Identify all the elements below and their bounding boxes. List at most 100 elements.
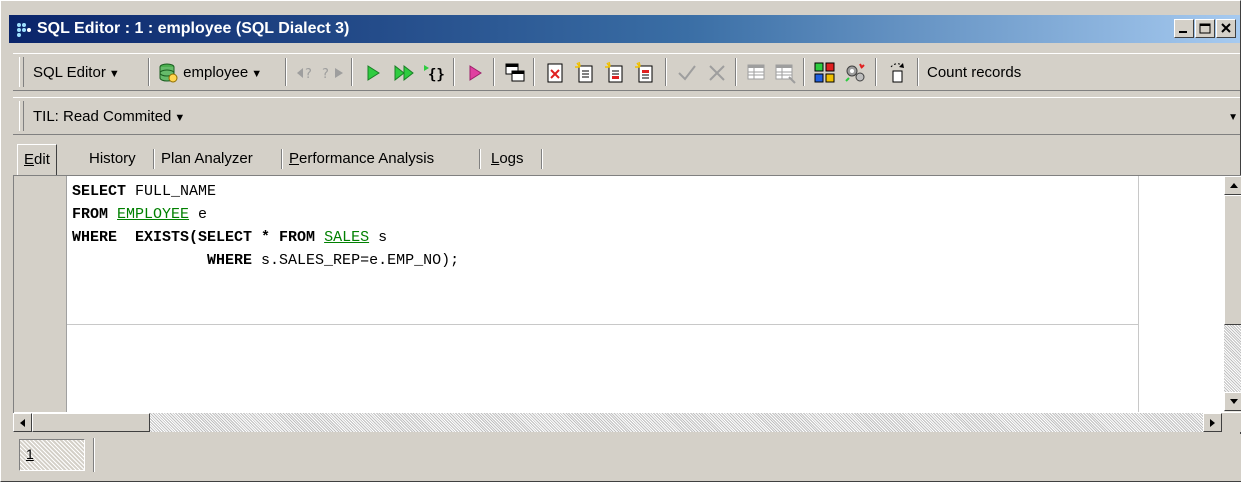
arrow-up-icon	[1230, 183, 1238, 188]
arrow-left-icon	[20, 419, 25, 427]
table-name-link[interactable]: SALES	[324, 229, 369, 246]
status-divider	[93, 438, 95, 472]
execute-icon[interactable]	[361, 61, 385, 85]
toolbar-separator	[453, 58, 455, 86]
svg-text:?: ?	[322, 67, 329, 82]
toolbar-grip[interactable]	[19, 101, 24, 131]
grid-edit-icon[interactable]	[773, 61, 797, 85]
tab-logs-label: ogs	[499, 150, 524, 167]
toolbar-separator	[148, 58, 150, 86]
execute-all-icon[interactable]	[393, 61, 417, 85]
svg-text:?: ?	[305, 67, 312, 82]
window-title: SQL Editor : 1 : employee (SQL Dialect 3…	[37, 20, 350, 37]
tab-performance-accel: P	[289, 150, 300, 167]
toolbar-separator	[875, 58, 877, 86]
toolbar-separator	[533, 58, 535, 86]
code-token: s	[369, 229, 388, 246]
maximize-button[interactable]	[1195, 19, 1215, 38]
table-name-link[interactable]: EMPLOYEE	[117, 206, 189, 223]
tab-separator	[479, 149, 481, 169]
tab-separator	[541, 149, 543, 169]
sql-editor-dropdown[interactable]: SQL Editor ▼	[33, 60, 120, 86]
run-script-icon[interactable]	[463, 61, 487, 85]
right-margin-line	[1138, 176, 1139, 412]
status-pane-line[interactable]: 1	[19, 439, 85, 471]
tab-plan-analyzer[interactable]: Plan Analyzer	[155, 144, 259, 174]
toolbar-separator	[917, 58, 919, 86]
tab-logs[interactable]: Logs	[485, 144, 530, 174]
title-bar[interactable]: SQL Editor : 1 : employee (SQL Dialect 3…	[9, 15, 1240, 43]
scroll-right-button[interactable]	[1203, 413, 1222, 432]
code-token: s.SALES_REP=e.EMP_NO);	[252, 252, 460, 269]
vertical-scroll-track[interactable]	[1224, 325, 1241, 392]
tab-performance-label: erformance Analysis	[299, 150, 435, 167]
parameters-icon[interactable]: ?	[321, 61, 345, 85]
count-records-button[interactable]: Count records	[927, 60, 1021, 86]
status-bar: 1	[13, 434, 1241, 481]
editor-gutter[interactable]	[14, 176, 67, 412]
copy-windows-icon[interactable]	[503, 61, 527, 85]
execute-block-icon[interactable]: {}	[423, 61, 447, 85]
close-button[interactable]	[1216, 19, 1236, 38]
transaction-isolation-dropdown[interactable]: TIL: Read Commited ▼	[33, 104, 185, 130]
toolbar-separator	[803, 58, 805, 86]
code-line[interactable]: WHERE EXISTS(SELECT * FROM SALES s	[72, 226, 459, 249]
horizontal-scrollbar[interactable]	[13, 413, 1222, 432]
tab-performance-analysis[interactable]: Performance Analysis	[283, 144, 440, 174]
vertical-scrollbar[interactable]	[1224, 176, 1241, 412]
end-of-text-line	[67, 324, 1138, 325]
arrow-down-icon	[1230, 399, 1238, 404]
toolbar-grip[interactable]	[19, 57, 24, 87]
scroll-up-button[interactable]	[1224, 176, 1241, 195]
database-dropdown[interactable]: employee ▼	[157, 60, 262, 86]
scrollbar-corner	[1222, 413, 1241, 432]
rollback-icon[interactable]	[705, 61, 729, 85]
svg-text:{}: {}	[428, 67, 445, 83]
sql-keyword: FROM	[72, 206, 109, 223]
sql-keyword: WHERE	[72, 229, 118, 246]
scroll-down-button[interactable]	[1224, 392, 1241, 411]
grid-view-icon[interactable]	[745, 61, 769, 85]
tab-edit-accel: E	[24, 151, 35, 168]
code-token: e	[189, 206, 208, 223]
settings-gears-icon[interactable]	[843, 61, 867, 85]
database-dropdown-label: employee	[183, 64, 249, 81]
vertical-scroll-thumb[interactable]	[1224, 195, 1241, 325]
new-document-icon[interactable]	[573, 61, 597, 85]
commit-icon[interactable]	[675, 61, 699, 85]
tab-edit[interactable]: Edit	[17, 144, 57, 175]
code-token: FULL_NAME	[126, 183, 217, 200]
delete-document-icon[interactable]	[543, 61, 567, 85]
new-document-icon[interactable]	[633, 61, 657, 85]
scroll-left-button[interactable]	[13, 413, 32, 432]
code-line[interactable]: FROM EMPLOYEE e	[72, 203, 459, 226]
status-line-number: 1	[26, 446, 34, 462]
tab-edit-label: dit	[34, 151, 50, 168]
arrow-right-icon	[1210, 419, 1215, 427]
code-line[interactable]: WHERE s.SALES_REP=e.EMP_NO);	[72, 249, 459, 272]
sql-editor-window: SQL Editor : 1 : employee (SQL Dialect 3…	[0, 0, 1241, 482]
chevron-down-icon: ▼	[251, 68, 263, 80]
sql-keyword: SELECT	[72, 183, 127, 200]
toolbar-separator	[665, 58, 667, 86]
minimize-button[interactable]	[1174, 19, 1194, 38]
prepare-query-icon[interactable]: ?	[295, 61, 319, 85]
new-document-icon[interactable]	[603, 61, 627, 85]
minimize-icon	[1179, 31, 1187, 33]
refresh-document-icon[interactable]	[885, 61, 909, 85]
toolbar-overflow-chevron-icon[interactable]: ▼	[1228, 112, 1238, 123]
code-line[interactable]: SELECT FULL_NAME	[72, 180, 459, 203]
toolbar-separator	[351, 58, 353, 86]
horizontal-scroll-track[interactable]	[150, 413, 1203, 432]
sql-code-editor[interactable]: SELECT FULL_NAME FROM EMPLOYEE e WHERE EXI…	[13, 175, 1241, 413]
window-controls	[1174, 19, 1236, 39]
sql-editor-dropdown-label: SQL Editor	[33, 64, 106, 81]
tab-history[interactable]: History	[83, 144, 142, 174]
database-objects-icon[interactable]	[813, 61, 837, 85]
horizontal-scroll-thumb[interactable]	[32, 413, 150, 432]
code-area[interactable]: SELECT FULL_NAME FROM EMPLOYEE e WHERE EXI…	[72, 180, 459, 272]
